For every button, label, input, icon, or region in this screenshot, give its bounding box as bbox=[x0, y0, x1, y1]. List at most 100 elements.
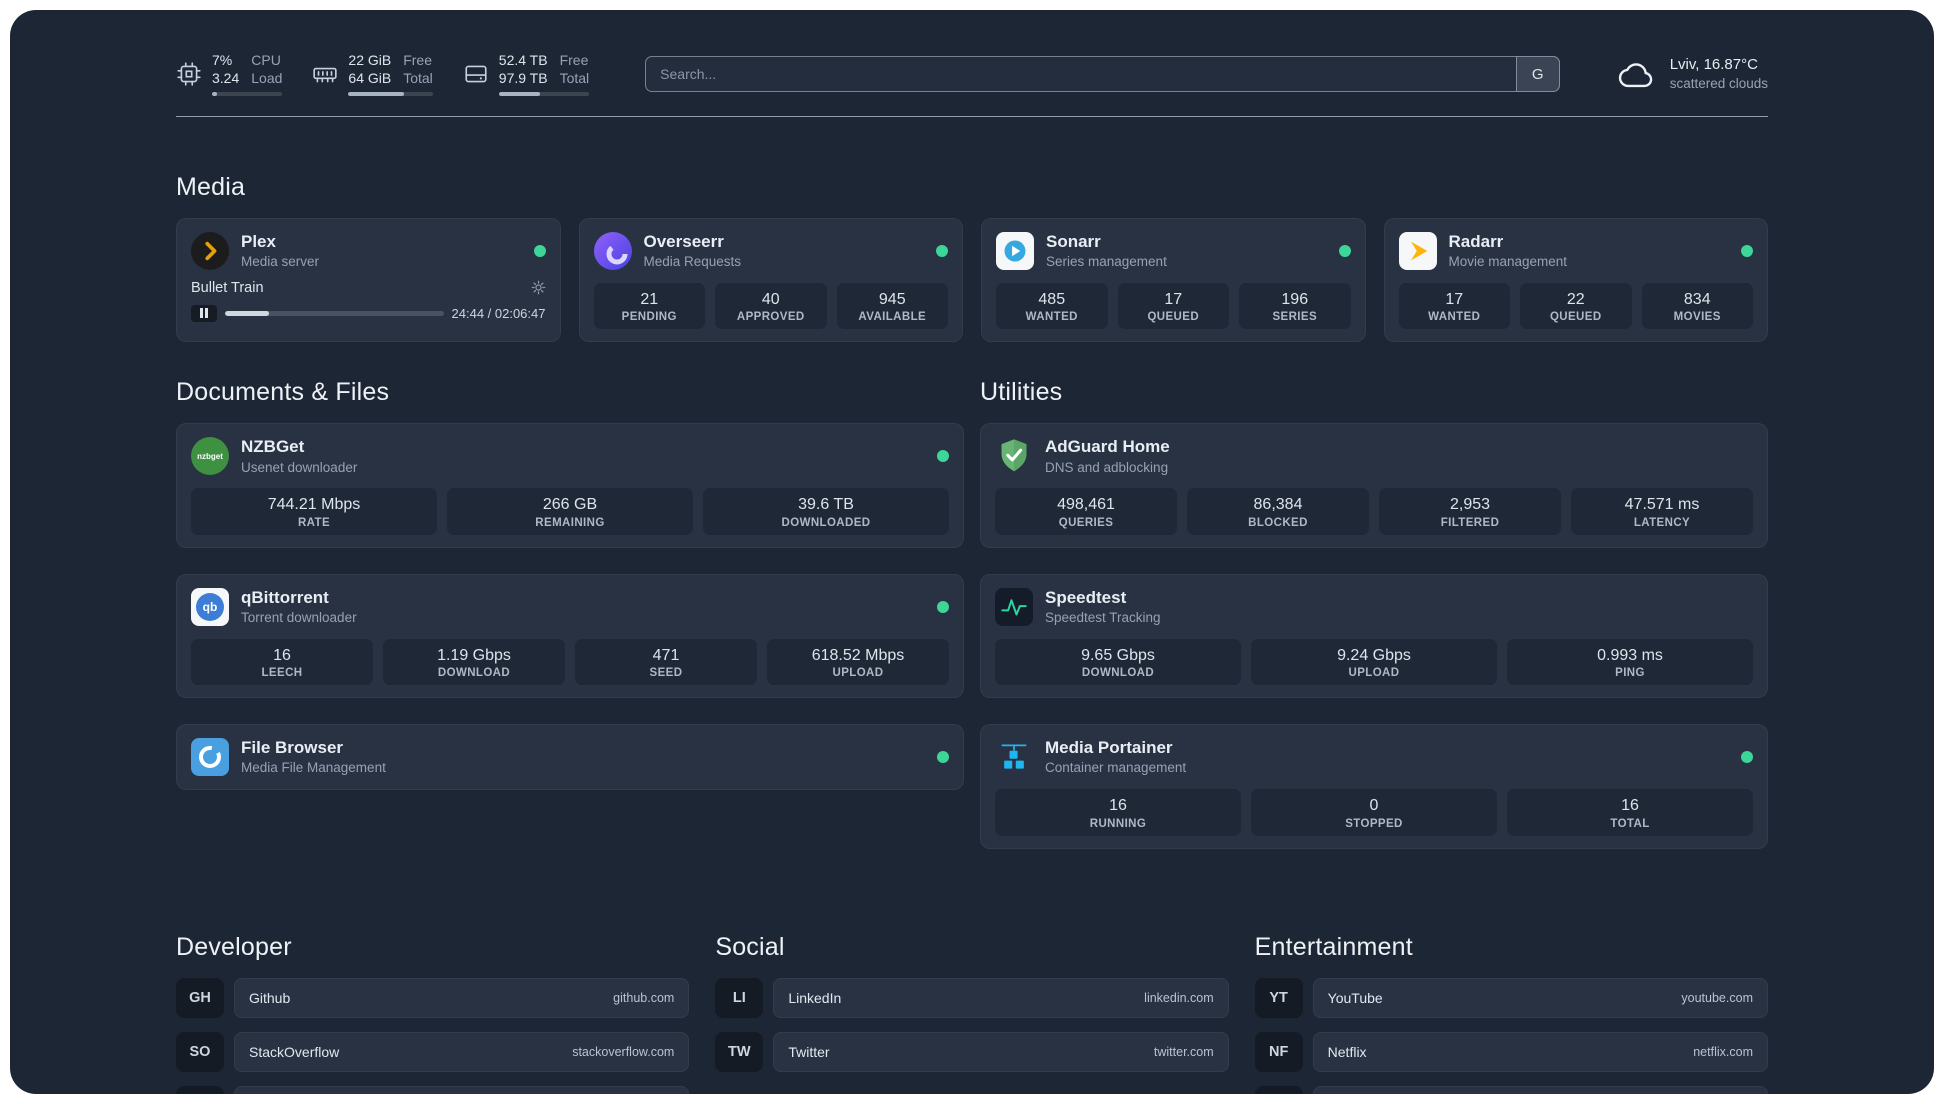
service-subtitle: Series management bbox=[1046, 254, 1167, 270]
disk-total-label: Total bbox=[559, 69, 590, 86]
service-link-filebrowser[interactable]: File Browser Media File Management bbox=[191, 737, 949, 777]
bookmark-abbr: SO bbox=[176, 1031, 224, 1072]
memory-total-label: Total bbox=[403, 69, 433, 86]
cpu-widget: 7% 3.24 CPU Load bbox=[176, 52, 283, 96]
stat-box: 196 SERIES bbox=[1239, 282, 1351, 330]
bookmark-netflix[interactable]: NF Netflix netflix.com bbox=[1254, 1031, 1768, 1072]
service-link-sonarr[interactable]: Sonarr Series management bbox=[996, 231, 1351, 271]
service-subtitle: Movie management bbox=[1448, 254, 1568, 270]
sonarr-icon bbox=[996, 231, 1034, 270]
filebrowser-icon bbox=[191, 738, 229, 777]
pause-icon bbox=[200, 308, 208, 319]
pause-button[interactable] bbox=[191, 304, 217, 322]
cpu-icon bbox=[176, 61, 202, 87]
cloud-icon bbox=[1616, 57, 1658, 91]
cpu-load-value: 3.24 bbox=[212, 69, 240, 86]
service-link-radarr[interactable]: Radarr Movie management bbox=[1398, 231, 1753, 271]
stat-box: 0 STOPPED bbox=[1251, 788, 1497, 836]
bookmark-reddit[interactable]: RE Reddit reddit.com bbox=[1254, 1085, 1768, 1094]
weather-widget[interactable]: Lviv, 16.87°C scattered clouds bbox=[1616, 55, 1768, 92]
service-link-plex[interactable]: Plex Media server bbox=[191, 231, 546, 271]
search-input[interactable] bbox=[645, 56, 1560, 92]
service-subtitle: Usenet downloader bbox=[241, 459, 358, 475]
disk-free-value: 52.4 TB bbox=[498, 52, 548, 68]
bookmark-dev[interactable]: DT DEV dev.to bbox=[176, 1085, 690, 1094]
stat-box: 485 WANTED bbox=[996, 282, 1108, 330]
bookmark-stackoverflow[interactable]: SO StackOverflow stackoverflow.com bbox=[176, 1031, 690, 1072]
service-card-portainer: Media Portainer Container management 16 R… bbox=[980, 724, 1768, 849]
bookmark-abbr: RE bbox=[1254, 1085, 1303, 1094]
memory-widget: 22 GiB 64 GiB Free Total bbox=[312, 52, 433, 96]
playback-progress-bar[interactable] bbox=[225, 310, 444, 316]
disk-icon bbox=[463, 61, 489, 87]
overseerr-icon bbox=[593, 231, 632, 270]
stat-box: 22 QUEUED bbox=[1520, 282, 1632, 330]
service-name: qBittorrent bbox=[241, 587, 329, 607]
service-subtitle: Media File Management bbox=[241, 760, 386, 776]
status-dot bbox=[1741, 244, 1753, 257]
gear-icon[interactable] bbox=[531, 280, 546, 295]
disk-free-label: Free bbox=[559, 52, 589, 68]
bookmark-name: LinkedIn bbox=[788, 989, 842, 1006]
qbittorrent-icon: qb bbox=[191, 587, 229, 626]
status-dot bbox=[937, 450, 949, 463]
service-subtitle: Speedtest Tracking bbox=[1045, 609, 1161, 625]
bookmarks-section: Developer GH Github github.com SO StackO… bbox=[176, 933, 1768, 1094]
service-card-sonarr: Sonarr Series management 485 WANTED 17 QUE… bbox=[981, 218, 1366, 343]
bookmark-github[interactable]: GH Github github.com bbox=[176, 977, 690, 1018]
stat-box: 16 TOTAL bbox=[1507, 788, 1753, 836]
stat-box: 16 RUNNING bbox=[995, 788, 1241, 836]
disk-widget: 52.4 TB 97.9 TB Free Total bbox=[463, 52, 590, 96]
bookmark-twitter[interactable]: TW Twitter twitter.com bbox=[715, 1031, 1229, 1072]
service-subtitle: Torrent downloader bbox=[241, 609, 357, 625]
stat-box: 2,953 FILTERED bbox=[1379, 488, 1561, 535]
section-title-media: Media bbox=[176, 173, 246, 201]
stat-box: 471 SEED bbox=[575, 638, 757, 686]
stat-box: 39.6 TB DOWNLOADED bbox=[703, 488, 949, 535]
bookmark-name: YouTube bbox=[1327, 989, 1383, 1006]
service-link-speedtest[interactable]: Speedtest Speedtest Tracking bbox=[995, 587, 1753, 627]
service-subtitle: Media server bbox=[241, 254, 320, 270]
service-card-nzbget: nzbget NZBGet Usenet downloader 744.21 M… bbox=[176, 423, 964, 548]
status-dot bbox=[937, 600, 949, 613]
memory-total-value: 64 GiB bbox=[348, 69, 392, 86]
stat-box: 0.993 ms PING bbox=[1507, 638, 1753, 686]
bookmark-abbr: TW bbox=[715, 1031, 764, 1072]
service-link-overseerr[interactable]: Overseerr Media Requests bbox=[593, 231, 948, 271]
service-name: Media Portainer bbox=[1045, 738, 1173, 758]
service-link-nzbget[interactable]: nzbget NZBGet Usenet downloader bbox=[191, 436, 949, 476]
service-subtitle: Container management bbox=[1045, 760, 1187, 776]
stat-box: 1.19 Gbps DOWNLOAD bbox=[383, 638, 565, 686]
service-name: AdGuard Home bbox=[1045, 437, 1170, 457]
service-link-qbittorrent[interactable]: qb qBittorrent Torrent downloader bbox=[191, 587, 949, 627]
weather-location: Lviv, 16.87°C bbox=[1669, 56, 1758, 74]
service-name: Plex bbox=[241, 232, 276, 251]
documents-column: Documents & Files nzbget NZBGet Usenet d… bbox=[176, 378, 964, 874]
status-dot bbox=[533, 244, 546, 257]
topbar: 7% 3.24 CPU Load 22 GiB 64 GiB Free Tota… bbox=[176, 46, 1768, 116]
stat-box: 9.24 Gbps UPLOAD bbox=[1251, 638, 1497, 686]
service-link-adguard[interactable]: AdGuard Home DNS and adblocking bbox=[995, 436, 1753, 476]
topbar-divider bbox=[176, 116, 1768, 117]
section-title-social: Social bbox=[715, 932, 785, 961]
weather-condition: scattered clouds bbox=[1669, 75, 1768, 91]
cpu-percent: 7% bbox=[212, 52, 233, 68]
service-link-portainer[interactable]: Media Portainer Container management bbox=[995, 737, 1753, 777]
bookmark-group-social: Social LI LinkedIn linkedin.com TW Twitt… bbox=[715, 932, 1229, 1094]
stat-box: 618.52 Mbps UPLOAD bbox=[767, 638, 949, 686]
adguard-icon bbox=[995, 437, 1033, 475]
nzbget-icon: nzbget bbox=[191, 437, 229, 476]
search-provider-button[interactable]: G bbox=[1515, 56, 1560, 92]
disk-progress-bar bbox=[498, 92, 590, 96]
bookmark-abbr: GH bbox=[176, 977, 224, 1018]
bookmark-youtube[interactable]: YT YouTube youtube.com bbox=[1254, 977, 1768, 1018]
status-dot bbox=[937, 751, 949, 764]
bookmark-linkedin[interactable]: LI LinkedIn linkedin.com bbox=[715, 977, 1229, 1018]
service-name: Overseerr bbox=[643, 232, 724, 251]
stat-box: 86,384 BLOCKED bbox=[1187, 488, 1369, 535]
bookmark-abbr: LI bbox=[715, 977, 764, 1018]
cpu-label: CPU bbox=[251, 52, 281, 68]
section-title-utilities: Utilities bbox=[980, 378, 1063, 407]
service-name: Radarr bbox=[1448, 232, 1504, 251]
memory-icon bbox=[312, 61, 338, 87]
